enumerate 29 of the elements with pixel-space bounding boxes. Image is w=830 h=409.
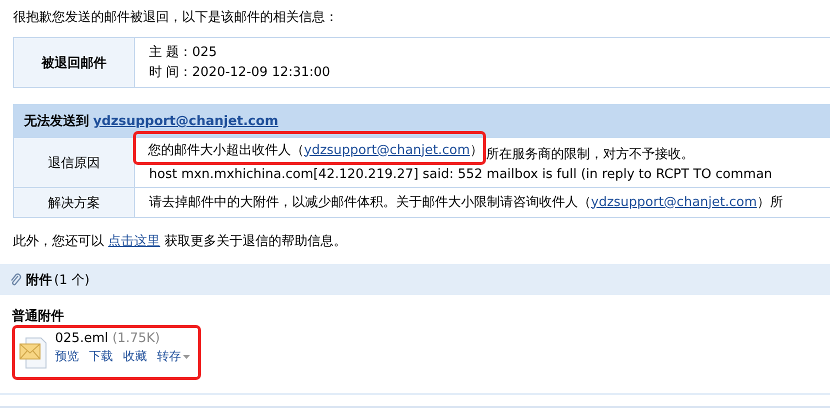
help-link[interactable]: 点击这里: [108, 234, 160, 249]
row-label: 解决方案: [14, 188, 134, 218]
email-link[interactable]: ydzsupport@chanjet.com: [304, 142, 470, 158]
mail-info-text: 时 间：2020-12-09 12:31:00: [149, 64, 332, 82]
detail-text: ）: [470, 142, 483, 158]
intro-text: 很抱歉您发送的邮件被退回，以下是该邮件的相关信息：: [12, 9, 339, 27]
row-label: 被退回邮件: [14, 38, 134, 88]
file-action-link[interactable]: 转存: [157, 348, 190, 365]
attachment-count: (1 个): [54, 272, 90, 288]
header-text: 无法发送到: [24, 114, 89, 129]
caret-icon: [183, 354, 190, 358]
mail-info-text: 主 题：025: [149, 44, 218, 62]
file-action-link[interactable]: 预览: [55, 348, 79, 365]
file-size: (1.75K): [112, 331, 160, 346]
detail-text: 所在服务商的限制，对方不予接收。: [486, 146, 694, 164]
file-name: 025.eml: [55, 331, 108, 346]
attachment-title: 附件: [26, 272, 52, 288]
paperclip-icon: [10, 272, 22, 286]
detail-text: 您的邮件大小超出收件人（: [148, 142, 304, 158]
email-file-icon: [19, 337, 47, 369]
detail-text: 请去掉邮件中的大附件，以减少邮件体积。关于邮件大小限制请咨询收件人（ydzsupport@chanjet.com）所: [149, 194, 784, 212]
group-title: 普通附件: [11, 308, 65, 321]
detail-text: host mxn.mxhichina.com[42.120.219.27] said: 552 mailbox is full (in reply to RCPT TO comman: [149, 166, 774, 184]
row-label: 退信原因: [14, 138, 134, 188]
help-text: 此外，您还可以 点击这里 获取更多关于退信的帮助信息。: [12, 233, 348, 251]
file-action-link[interactable]: 收藏: [123, 348, 147, 365]
file-action-link[interactable]: 下载: [89, 348, 113, 365]
email-link[interactable]: ydzsupport@chanjet.com: [591, 194, 757, 210]
email-link[interactable]: ydzsupport@chanjet.com: [93, 114, 278, 129]
